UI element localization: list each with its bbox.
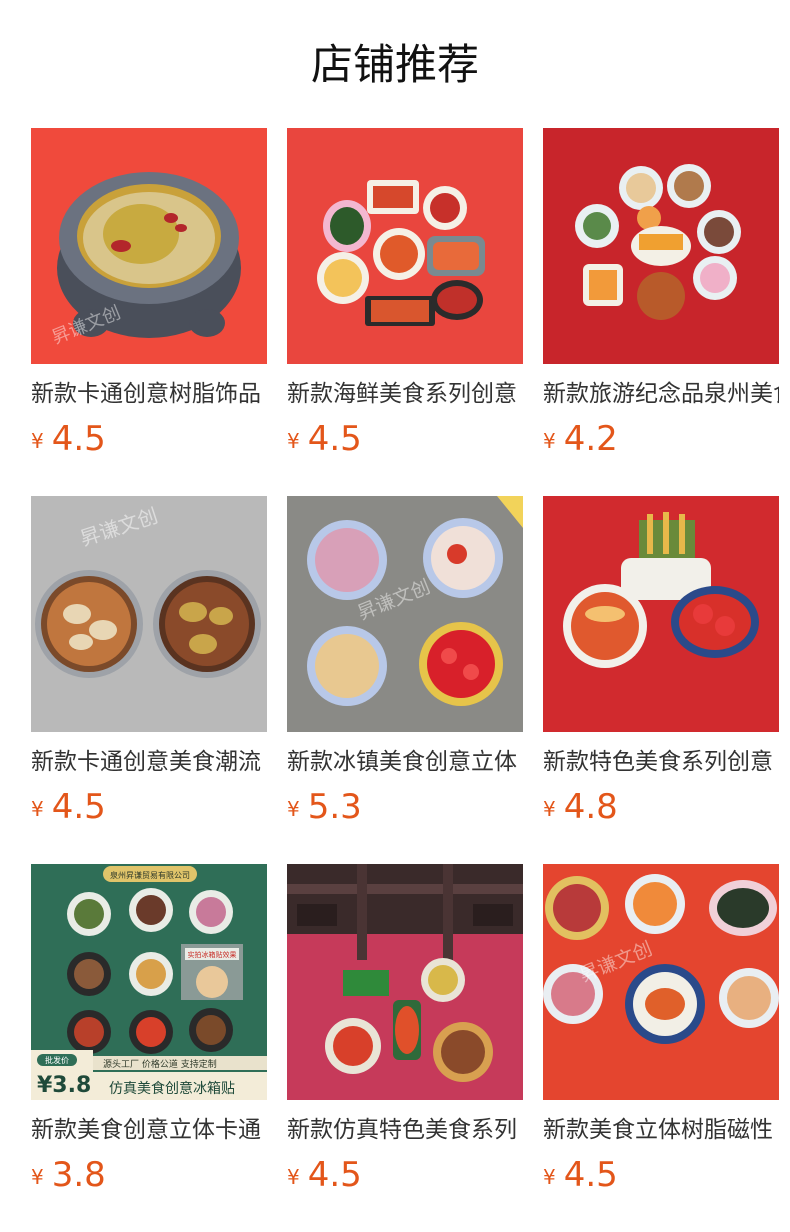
price-value: 5.3 [307,787,362,827]
product-price: ¥3.8 [31,1153,267,1197]
seafood-plates-icon [287,128,523,364]
furniture-dishes-icon [287,864,523,1100]
product-name[interactable]: 新款卡通创意树脂饰品 [31,377,267,411]
product-price: ¥4.8 [543,785,779,829]
product-image[interactable]: 昇谦文创 [543,864,779,1100]
iced-dessert-bowls-icon: 昇谦文创 [287,496,523,732]
currency-symbol: ¥ [543,1165,556,1189]
product-card[interactable]: 昇谦文创 新款冰镇美食创意立体 ¥5.3 [287,496,523,829]
fridge-magnet-poster-icon: 泉州昇谦贸易有限公司 实拍冰箱贴效果 批发价 ¥3.8 源头工厂 价格公道 支持… [31,864,267,1100]
pot-dish-icon: 昇谦文创 [31,128,267,364]
price-value: 3.8 [51,1155,106,1195]
price-value: 4.5 [51,419,106,459]
product-price: ¥4.5 [31,417,267,461]
price-value: 4.5 [307,1155,362,1195]
product-name[interactable]: 新款旅游纪念品泉州美食 [543,377,779,411]
product-price: ¥4.2 [543,417,779,461]
product-price: ¥5.3 [287,785,523,829]
product-name[interactable]: 新款冰镇美食创意立体 [287,745,523,779]
product-card[interactable]: 新款海鲜美食系列创意 ¥4.5 [287,128,523,461]
currency-symbol: ¥ [287,1165,300,1189]
dumpling-bowls-icon: 昇谦文创 [31,496,267,732]
product-card[interactable]: 新款仿真特色美食系列 ¥4.5 [287,864,523,1197]
product-price: ¥4.5 [543,1153,779,1197]
currency-symbol: ¥ [543,797,556,821]
product-card[interactable]: 昇谦文创 新款卡通创意美食潮流 ¥4.5 [31,496,267,829]
currency-symbol: ¥ [287,797,300,821]
product-image[interactable] [543,496,779,732]
price-value: 4.8 [563,787,618,827]
price-value: 4.5 [51,787,106,827]
souvenir-plates-icon [543,128,779,364]
price-value: 4.5 [563,1155,618,1195]
product-name[interactable]: 新款特色美食系列创意 [543,745,779,779]
product-card[interactable]: 新款特色美食系列创意 ¥4.8 [543,496,779,829]
poster-slogan: 仿真美食创意冰箱贴 [109,1080,235,1097]
product-price: ¥4.5 [31,785,267,829]
product-image[interactable]: 昇谦文创 [287,496,523,732]
page-title: 店铺推荐 [310,40,479,89]
poster-features: 源头工厂 价格公道 支持定制 [103,1058,217,1070]
product-name[interactable]: 新款海鲜美食系列创意 [287,377,523,411]
poster-badge-label: 批发价 [45,1055,69,1065]
product-image[interactable]: 昇谦文创 [31,128,267,364]
product-image[interactable] [543,128,779,364]
product-card[interactable]: 昇谦文创 新款卡通创意树脂饰品 ¥4.5 [31,128,267,461]
price-value: 4.5 [307,419,362,459]
product-name[interactable]: 新款美食创意立体卡通 [31,1113,267,1147]
currency-symbol: ¥ [287,429,300,453]
product-image[interactable]: 昇谦文创 [31,496,267,732]
product-name[interactable]: 新款卡通创意美食潮流 [31,745,267,779]
product-name[interactable]: 新款美食立体树脂磁性 [543,1113,779,1147]
product-card[interactable]: 新款旅游纪念品泉州美食 ¥4.2 [543,128,779,461]
poster-tag: 实拍冰箱贴效果 [188,950,237,959]
currency-symbol: ¥ [543,429,556,453]
currency-symbol: ¥ [31,1165,44,1189]
product-price: ¥4.5 [287,1153,523,1197]
price-value: 4.2 [563,419,618,459]
banquet-plates-icon: 昇谦文创 [543,864,779,1100]
product-image[interactable] [287,864,523,1100]
product-image[interactable] [287,128,523,364]
poster-badge-price: ¥3.8 [37,1073,91,1098]
product-card[interactable]: 泉州昇谦贸易有限公司 实拍冰箱贴效果 批发价 ¥3.8 源头工厂 价格公道 支持… [31,864,267,1197]
product-card[interactable]: 昇谦文创 新款美食立体树脂磁性 ¥4.5 [543,864,779,1197]
skewer-pot-icon [543,496,779,732]
currency-symbol: ¥ [31,797,44,821]
product-name[interactable]: 新款仿真特色美食系列 [287,1113,523,1147]
poster-company: 泉州昇谦贸易有限公司 [110,870,190,880]
currency-symbol: ¥ [31,429,44,453]
product-price: ¥4.5 [287,417,523,461]
product-image[interactable]: 泉州昇谦贸易有限公司 实拍冰箱贴效果 批发价 ¥3.8 源头工厂 价格公道 支持… [31,864,267,1100]
